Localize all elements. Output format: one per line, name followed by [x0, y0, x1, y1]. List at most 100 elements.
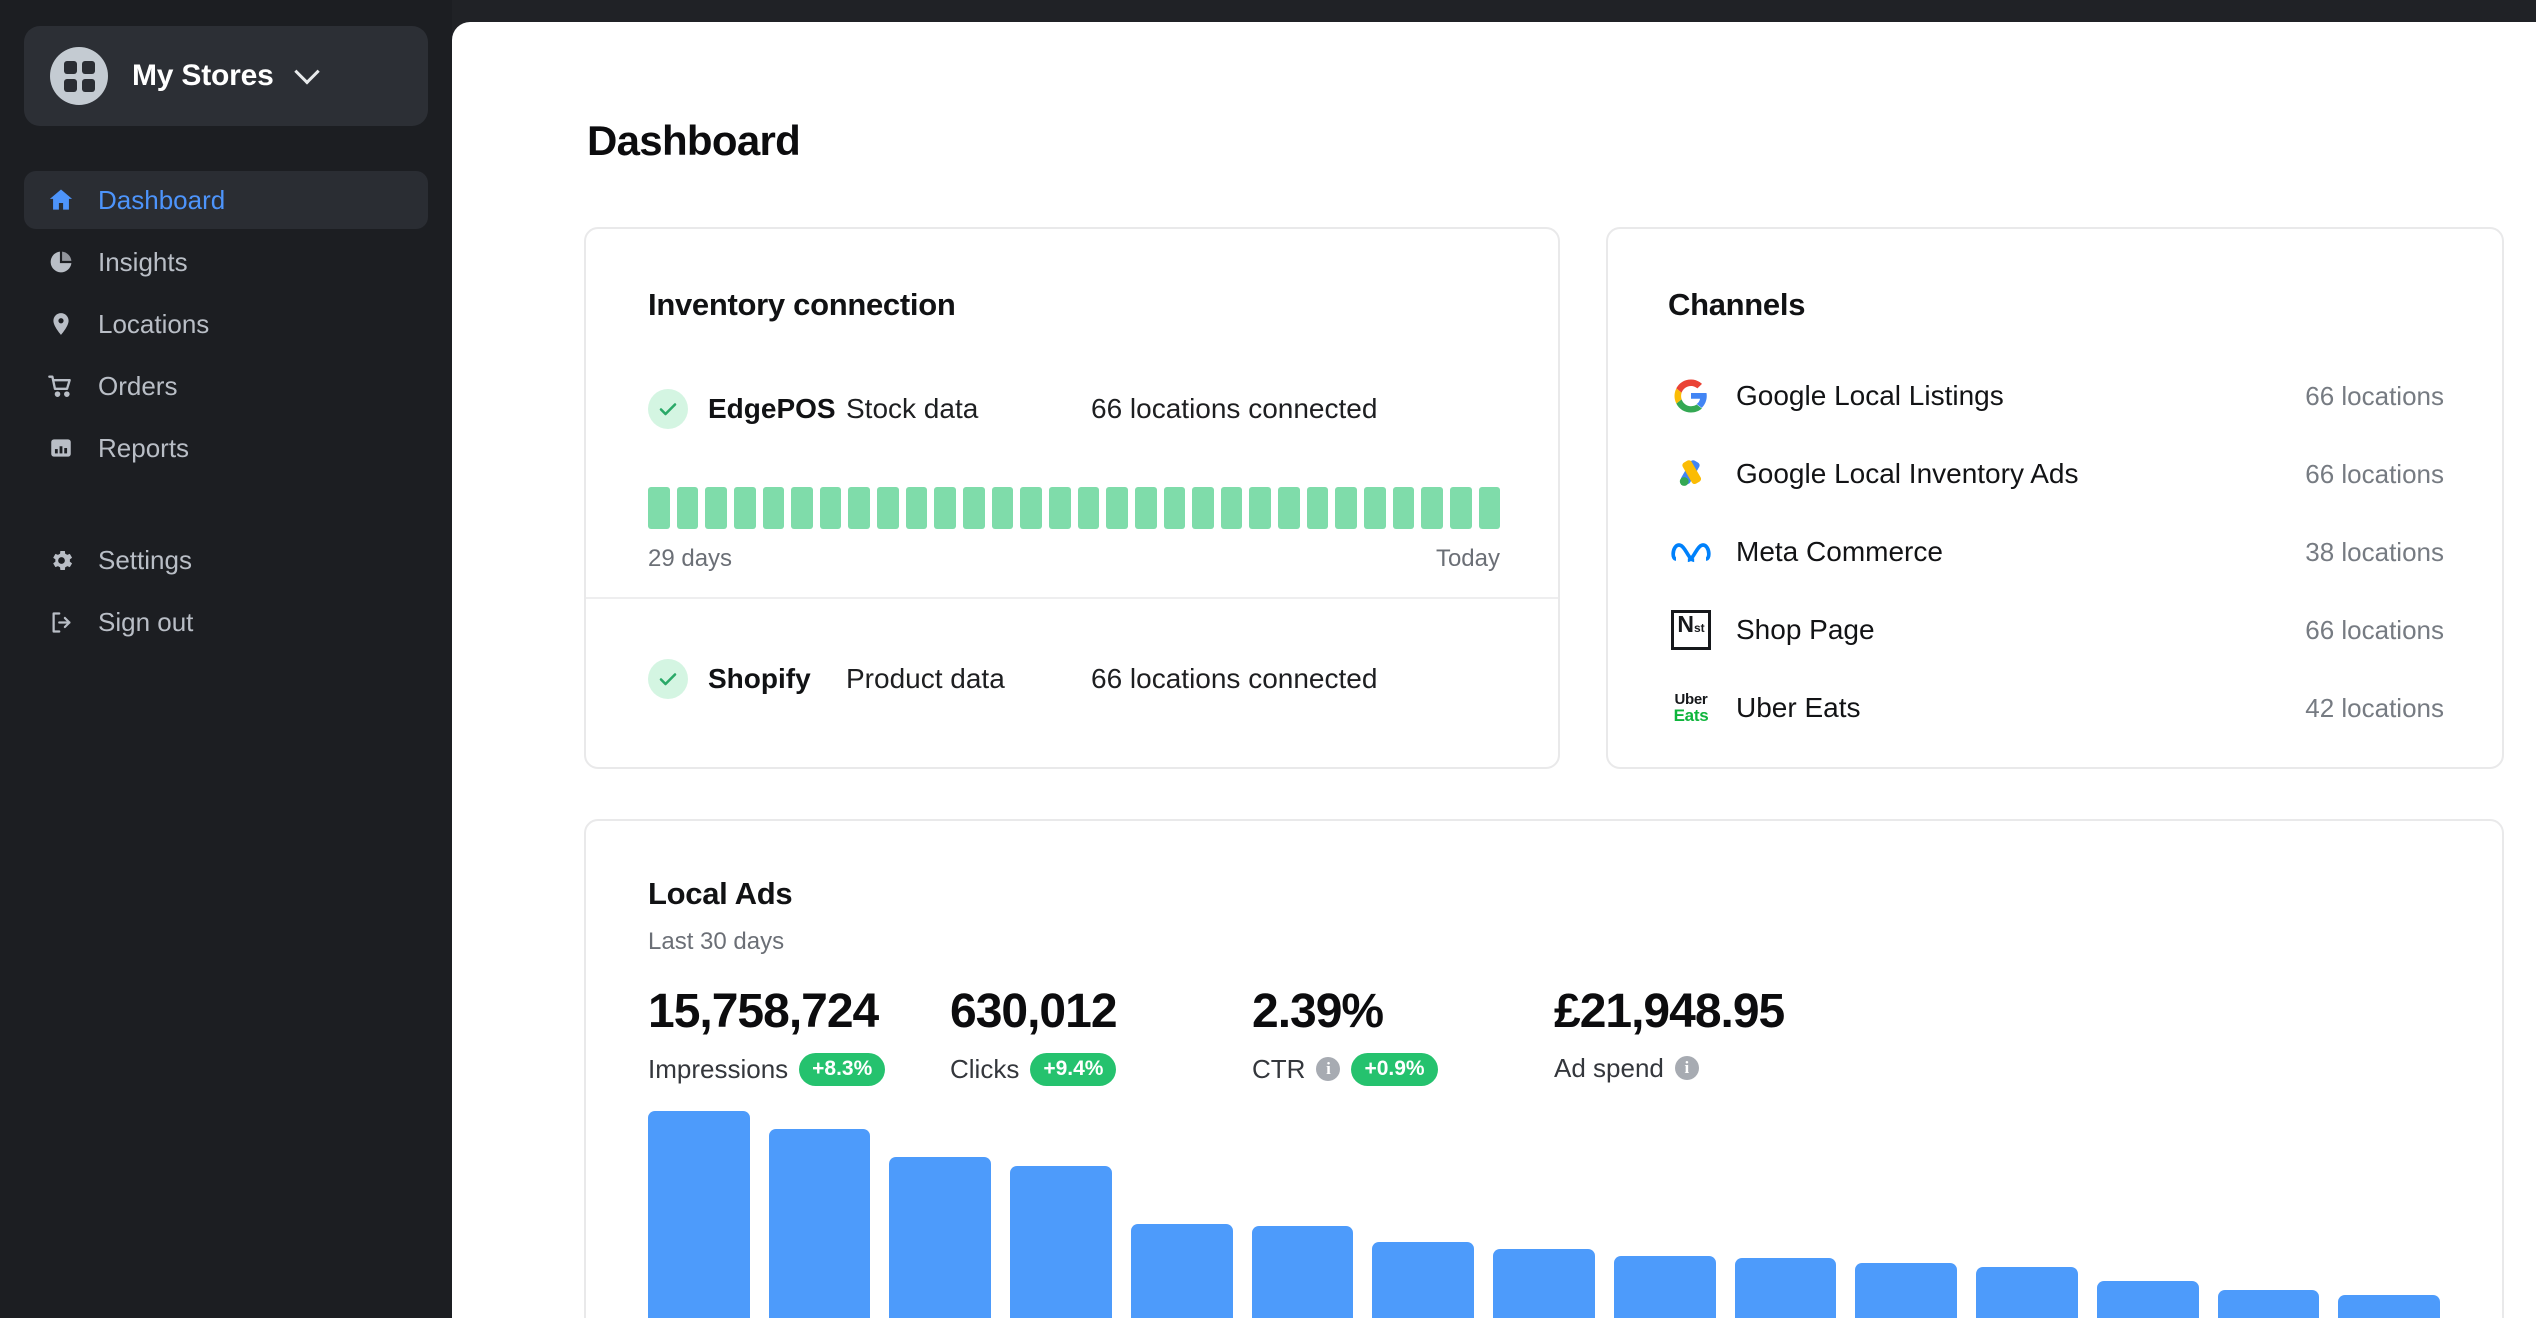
metric-clicks: 630,012 Clicks +9.4%	[950, 985, 1252, 1086]
local-ads-card: Local Ads Last 30 days 15,758,724 Impres…	[584, 819, 2504, 1318]
metric-label: Clicks	[950, 1053, 1020, 1084]
sidebar-item-locations[interactable]: Locations	[24, 295, 428, 353]
store-switcher[interactable]: My Stores	[24, 26, 428, 126]
uptime-bar	[705, 487, 727, 529]
uptime-bar	[1478, 487, 1501, 529]
uptime-bar	[934, 487, 957, 529]
sidebar-item-reports[interactable]: Reports	[24, 419, 428, 477]
sidebar-nav: Dashboard Insights Locations Orders Repo…	[24, 171, 428, 651]
channel-row-uber-eats[interactable]: Uber Eats Uber Eats 42 locations	[1668, 669, 2444, 747]
uptime-axis-labels: 29 days Today	[648, 545, 1500, 573]
local-ads-metrics: 15,758,724 Impressions +8.3% 630,012 Cli…	[648, 985, 1856, 1086]
uptime-bar	[1106, 487, 1128, 529]
info-icon[interactable]: i	[1674, 1056, 1699, 1081]
metric-ad-spend: £21,948.95 Ad spend i	[1554, 985, 1856, 1086]
gear-icon	[46, 545, 76, 575]
chart-bar	[1493, 1249, 1595, 1318]
inventory-connection-card: Inventory connection EdgePOS Stock data …	[584, 227, 1560, 769]
chart-bar	[2096, 1281, 2199, 1318]
uptime-bar	[733, 487, 756, 529]
chart-bar	[1251, 1226, 1354, 1318]
metric-value: 630,012	[950, 985, 1118, 1038]
info-icon[interactable]: i	[1316, 1057, 1341, 1082]
chart-bar	[2338, 1295, 2441, 1318]
connection-status: 66 locations connected	[1091, 393, 1378, 424]
google-icon	[1668, 373, 1714, 419]
channel-location-count: 66 locations	[2305, 458, 2444, 489]
connection-data-type: Stock data	[846, 393, 979, 424]
chart-bar	[1976, 1267, 2078, 1318]
main-content: Dashboard Inventory connection EdgePOS S…	[452, 22, 2536, 1318]
sidebar: My Stores Dashboard Insights Locations O…	[0, 0, 452, 1318]
page-title: Dashboard	[587, 117, 801, 164]
chart-bar	[1010, 1166, 1112, 1318]
channels-card-title: Channels	[1668, 287, 1806, 322]
chart-bar	[1855, 1262, 1958, 1318]
check-circle-icon	[648, 389, 688, 429]
chevron-down-icon	[293, 59, 320, 85]
uptime-bar	[1364, 487, 1386, 529]
app-root: My Stores Dashboard Insights Locations O…	[0, 0, 2536, 1318]
uptime-bar	[963, 487, 985, 529]
sidebar-item-orders[interactable]: Orders	[24, 357, 428, 415]
sidebar-item-label: Locations	[98, 308, 210, 339]
chart-bar	[768, 1129, 871, 1318]
uptime-bar	[791, 487, 813, 529]
chart-bar	[1130, 1223, 1233, 1318]
local-ads-title: Local Ads	[648, 876, 793, 911]
sidebar-item-label: Insights	[98, 246, 188, 277]
uptime-bar	[1048, 487, 1071, 529]
metric-value: 2.39%	[1252, 985, 1384, 1038]
inventory-connection-row[interactable]: EdgePOS Stock data 66 locations connecte…	[648, 389, 1377, 429]
store-avatar	[50, 47, 108, 105]
channel-row-google-local-listings[interactable]: Google Local Listings 66 locations	[1668, 357, 2444, 435]
uptime-bar	[1163, 487, 1186, 529]
connection-name: Shopify	[708, 663, 811, 694]
uptime-bar	[819, 487, 842, 529]
sidebar-item-label: Dashboard	[98, 184, 226, 215]
metric-delta-badge: +8.3%	[799, 1052, 886, 1086]
sidebar-item-dashboard[interactable]: Dashboard	[24, 171, 428, 229]
google-ads-icon	[1668, 451, 1714, 497]
uptime-bar	[1421, 487, 1443, 529]
sidebar-item-label: Orders	[98, 370, 178, 401]
channel-name: Uber Eats	[1736, 692, 1861, 723]
uptime-bar	[1220, 487, 1243, 529]
uptime-bar	[762, 487, 785, 529]
channel-name: Google Local Listings	[1736, 380, 2004, 411]
card-divider	[586, 597, 1558, 599]
channel-location-count: 66 locations	[2305, 614, 2444, 645]
connection-name: EdgePOS	[708, 393, 836, 424]
grid-icon	[63, 60, 95, 92]
chart-bar	[1372, 1242, 1475, 1318]
uptime-start-label: 29 days	[648, 545, 733, 572]
sidebar-divider-space	[24, 481, 428, 531]
sidebar-item-insights[interactable]: Insights	[24, 233, 428, 291]
uptime-bar	[991, 487, 1014, 529]
uptime-bar	[848, 487, 871, 529]
uptime-bar	[648, 487, 670, 529]
sidebar-item-sign-out[interactable]: Sign out	[24, 593, 428, 651]
channel-location-count: 66 locations	[2305, 380, 2444, 411]
channel-name: Google Local Inventory Ads	[1736, 458, 2079, 489]
metric-value: 15,758,724	[648, 985, 879, 1038]
bar-chart-icon	[46, 433, 76, 463]
channel-row-meta-commerce[interactable]: Meta Commerce 38 locations	[1668, 513, 2444, 591]
local-ads-bar-chart	[648, 1111, 2441, 1318]
connection-status: 66 locations connected	[1091, 663, 1378, 694]
inventory-connection-row[interactable]: Shopify Product data 66 locations connec…	[648, 659, 1377, 699]
sidebar-item-settings[interactable]: Settings	[24, 531, 428, 589]
metric-impressions: 15,758,724 Impressions +8.3%	[648, 985, 950, 1086]
channel-row-google-local-inventory-ads[interactable]: Google Local Inventory Ads 66 locations	[1668, 435, 2444, 513]
channel-row-shop-page[interactable]: Nst Shop Page 66 locations	[1668, 591, 2444, 669]
store-switcher-label: My Stores	[132, 59, 274, 92]
sign-out-icon	[46, 607, 76, 637]
check-circle-icon	[648, 659, 688, 699]
nst-icon: Nst	[1668, 607, 1714, 653]
pie-chart-icon	[46, 247, 76, 277]
chart-bar	[648, 1111, 750, 1318]
uptime-bars	[648, 487, 1501, 529]
channels-card: Channels Google Local Listings 66 locati…	[1606, 227, 2504, 769]
uptime-bar	[877, 487, 899, 529]
uptime-bar	[1449, 487, 1472, 529]
